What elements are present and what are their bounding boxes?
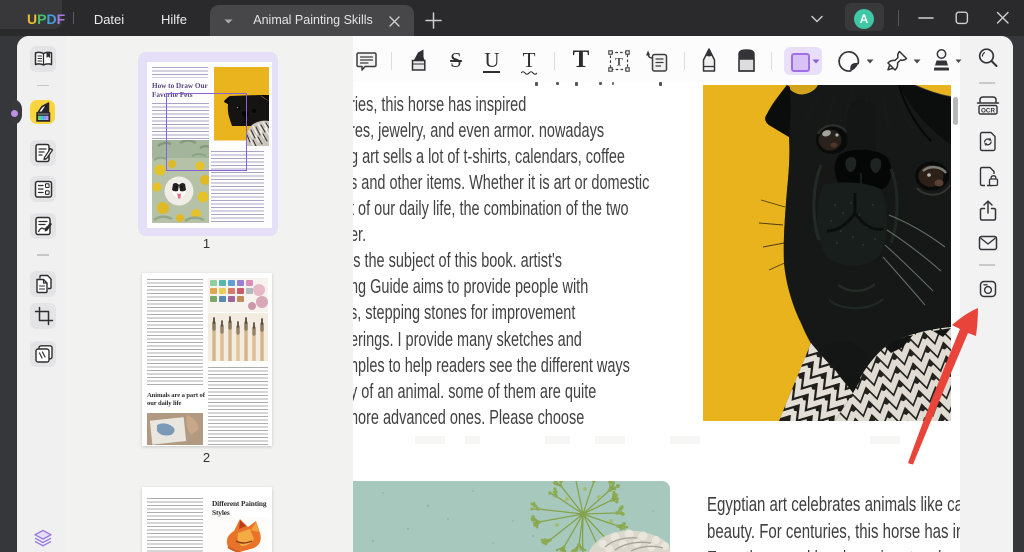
svg-text:OCR: OCR	[981, 107, 995, 114]
svg-text:T: T	[615, 55, 623, 69]
